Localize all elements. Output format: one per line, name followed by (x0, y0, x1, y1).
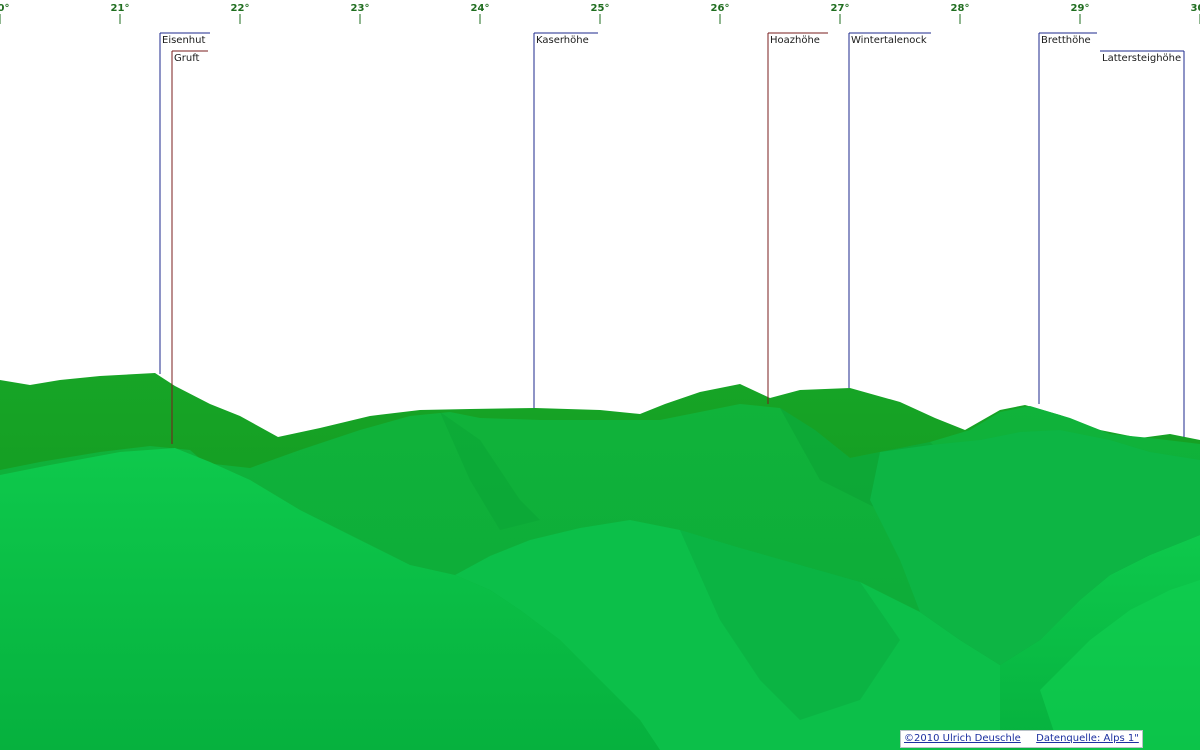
axis-tick-label: 23° (351, 3, 370, 14)
peak-label: Gruft (174, 53, 200, 64)
data-source-link[interactable]: Datenquelle: Alps 1" (1036, 733, 1139, 744)
axis-tick-label: 26° (711, 3, 730, 14)
axis-tick-label: 20° (0, 3, 9, 14)
peak-label: Kaserhöhe (536, 35, 589, 46)
axis-tick-label: 22° (231, 3, 250, 14)
peak-label: Hoazhöhe (770, 35, 820, 46)
axis-tick-label: 28° (951, 3, 970, 14)
peak-label: Eisenhut (162, 35, 205, 46)
axis-tick-label: 24° (471, 3, 490, 14)
axis-tick-label: 21° (111, 3, 130, 14)
panorama-view: Eisenhut Gruft Kaserhöhe Hoazhöhe Wintertale… (0, 0, 1200, 750)
peak-label: Wintertalenock (851, 35, 927, 46)
axis-tick-label: 29° (1071, 3, 1090, 14)
peak-label: Lattersteighöhe (1102, 53, 1181, 64)
axis-tick-label: 27° (831, 3, 850, 14)
axis-tick-label: 30° (1191, 3, 1200, 14)
axis-tick-label: 25° (591, 3, 610, 14)
credits-bar: ©2010 Ulrich Deuschle Datenquelle: Alps … (900, 730, 1143, 748)
peak-label: Bretthöhe (1041, 35, 1091, 46)
copyright-link[interactable]: ©2010 Ulrich Deuschle (904, 733, 1021, 744)
